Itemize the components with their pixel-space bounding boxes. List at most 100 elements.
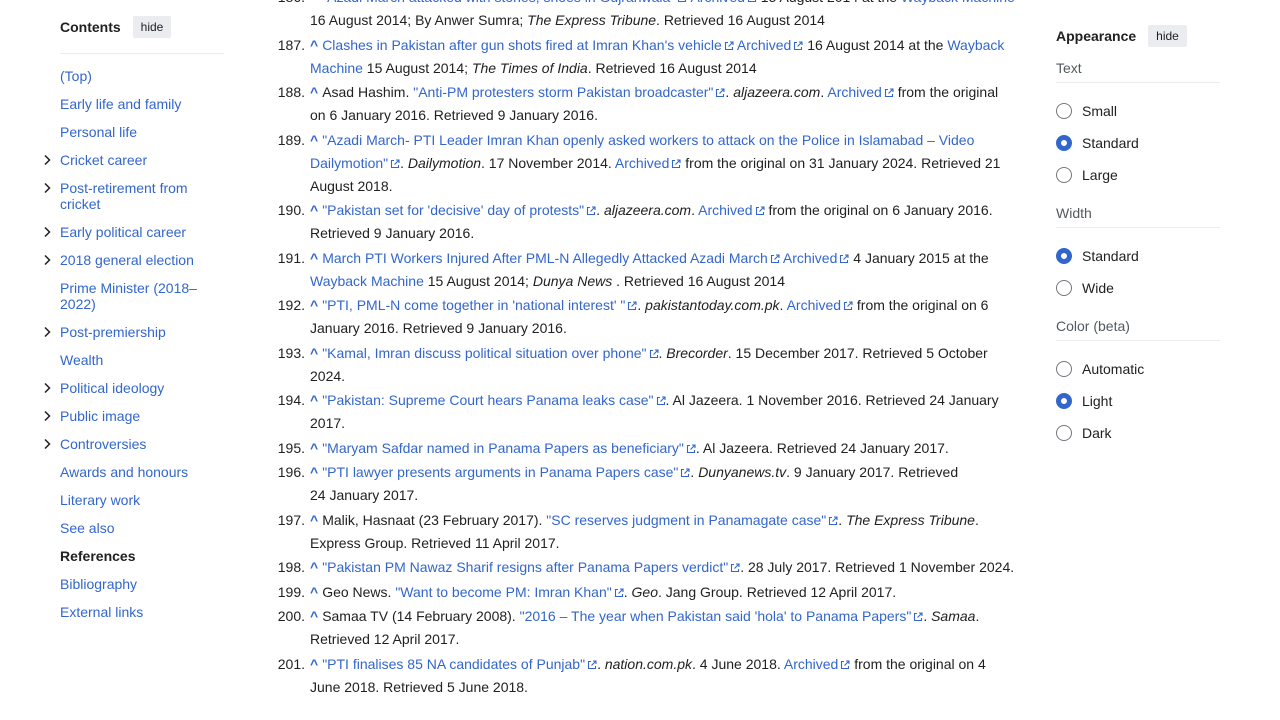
chevron-right-icon[interactable] — [41, 436, 53, 452]
chevron-right-icon[interactable] — [41, 408, 53, 424]
reference-number: 199. — [277, 583, 305, 600]
radio-option-standard[interactable]: Standard — [1056, 127, 1220, 159]
toc-item-label: Bibliography — [60, 576, 138, 592]
reference-link[interactable]: Wayback Machine — [901, 0, 1015, 5]
jump-up-caret[interactable]: ^ — [310, 392, 318, 408]
toc-item-personal-life[interactable]: Personal life — [60, 124, 224, 140]
reference-text: . — [923, 608, 932, 624]
jump-up-caret[interactable]: ^ — [310, 345, 318, 361]
radio-option-label: Wide — [1082, 280, 1114, 296]
appearance-hide-button[interactable]: hide — [1148, 25, 1187, 47]
reference-text: . — [597, 655, 605, 672]
radio-option-automatic[interactable]: Automatic — [1056, 353, 1220, 385]
reference-link[interactable]: "SC reserves judgment in Panamagate case… — [546, 512, 826, 528]
toc-item-2018-general-election[interactable]: 2018 general election — [44, 252, 224, 268]
radio-option-dark[interactable]: Dark — [1056, 417, 1220, 449]
reference-number: 191. — [277, 249, 305, 266]
toc-item-early-political-career[interactable]: Early political career — [44, 224, 224, 240]
jump-up-caret[interactable]: ^ — [310, 297, 318, 313]
reference-number: 198. — [277, 559, 305, 575]
reference-link[interactable]: Archived — [783, 250, 837, 266]
chevron-right-icon[interactable] — [41, 380, 53, 396]
toc-item-wealth[interactable]: Wealth — [60, 352, 224, 368]
jump-up-caret[interactable]: ^ — [310, 37, 318, 53]
jump-up-caret[interactable]: ^ — [310, 250, 318, 266]
jump-up-caret[interactable]: ^ — [310, 464, 318, 480]
chevron-right-icon[interactable] — [41, 252, 53, 268]
appearance-title: Appearance — [1056, 28, 1137, 44]
reference-text: Geo News. — [322, 583, 396, 600]
toc-item-post-retirement-from-cricket[interactable]: Post-retirement from cricket — [44, 180, 224, 212]
reference-link[interactable]: Archived — [784, 656, 838, 672]
toc-item-early-life-and-family[interactable]: Early life and family — [60, 96, 224, 112]
reference-text: 15 August 2014; — [423, 272, 533, 289]
jump-up-caret[interactable]: ^ — [310, 0, 318, 5]
toc-item-top[interactable]: (Top) — [60, 68, 224, 84]
appearance-group-width: Width Standard Wide — [1056, 199, 1220, 304]
toc-item-political-ideology[interactable]: Political ideology — [44, 380, 224, 396]
external-link-icon — [755, 206, 765, 216]
toc-item-references[interactable]: References — [60, 548, 224, 564]
reference-link[interactable]: Archived — [827, 84, 881, 100]
toc-hide-button[interactable]: hide — [132, 15, 172, 38]
radio-unselected[interactable] — [1056, 425, 1072, 441]
reference-link[interactable]: "Pakistan PM Nawaz Sharif resigns after … — [322, 559, 728, 575]
toc-item-literary-work[interactable]: Literary work — [60, 492, 224, 508]
reference-link[interactable]: "Want to become PM: Imran Khan" — [395, 584, 611, 600]
reference-link[interactable]: "Pakistan set for 'decisive' day of prot… — [322, 202, 584, 218]
radio-unselected[interactable] — [1056, 361, 1072, 377]
chevron-right-icon[interactable] — [41, 324, 53, 340]
radio-option-small[interactable]: Small — [1056, 95, 1220, 127]
reference-link[interactable]: "PTI, PML-N come together in 'national i… — [322, 297, 625, 313]
reference-link[interactable]: Archived — [737, 37, 791, 53]
chevron-right-icon[interactable] — [41, 180, 53, 196]
reference-link[interactable]: Archived — [787, 297, 841, 313]
reference-link[interactable]: Archived — [698, 202, 752, 218]
jump-up-caret[interactable]: ^ — [310, 512, 318, 528]
radio-selected[interactable] — [1056, 135, 1072, 151]
radio-selected[interactable] — [1056, 393, 1072, 409]
reference-link[interactable]: "Pakistan: Supreme Court hears Panama le… — [322, 392, 653, 408]
jump-up-caret[interactable]: ^ — [310, 559, 318, 575]
jump-up-caret[interactable]: ^ — [310, 202, 318, 218]
reference-link[interactable]: "Maryam Safdar named in Panama Papers as… — [322, 440, 684, 456]
toc-item-controversies[interactable]: Controversies — [44, 436, 224, 452]
toc-item-see-also[interactable]: See also — [60, 520, 224, 536]
toc-item-bibliography[interactable]: Bibliography — [60, 576, 224, 592]
reference-link[interactable]: Archived — [615, 155, 669, 171]
reference-link[interactable]: Clashes in Pakistan after gun shots fire… — [322, 37, 722, 53]
radio-selected[interactable] — [1056, 248, 1072, 264]
radio-unselected[interactable] — [1056, 280, 1072, 296]
jump-up-caret[interactable]: ^ — [310, 608, 318, 624]
radio-option-wide[interactable]: Wide — [1056, 272, 1220, 304]
radio-unselected[interactable] — [1056, 167, 1072, 183]
reference-link[interactable]: Archived — [690, 0, 744, 5]
reference-link[interactable]: "Anti-PM protesters storm Pakistan broad… — [413, 84, 713, 100]
chevron-right-icon[interactable] — [41, 224, 53, 240]
reference-link[interactable]: "Azadi March attacked with stones, shoes… — [322, 0, 675, 5]
reference-link[interactable]: "PTI finalises 85 NA candidates of Punja… — [322, 656, 585, 672]
jump-up-caret[interactable]: ^ — [310, 656, 318, 672]
toc-item-label: Early political career — [60, 224, 187, 240]
reference-link[interactable]: March PTI Workers Injured After PML-N Al… — [322, 250, 768, 266]
chevron-right-icon[interactable] — [41, 152, 53, 168]
reference-item: 187. ^ Clashes in Pakistan after gun shots… — [274, 34, 1016, 80]
radio-option-standard[interactable]: Standard — [1056, 240, 1220, 272]
radio-option-large[interactable]: Large — [1056, 159, 1220, 191]
jump-up-caret[interactable]: ^ — [310, 440, 318, 456]
reference-link[interactable]: "Kamal, Imran discuss political situatio… — [322, 345, 646, 361]
reference-link[interactable]: "2016 – The year when Pakistan said 'hol… — [520, 608, 912, 624]
toc-item-awards-and-honours[interactable]: Awards and honours — [60, 464, 224, 480]
radio-option-light[interactable]: Light — [1056, 385, 1220, 417]
toc-item-post-premiership[interactable]: Post-premiership — [44, 324, 224, 340]
jump-up-caret[interactable]: ^ — [310, 132, 318, 148]
reference-link[interactable]: Wayback Machine — [310, 273, 424, 289]
toc-item-public-image[interactable]: Public image — [44, 408, 224, 424]
reference-link[interactable]: "PTI lawyer presents arguments in Panama… — [322, 464, 678, 480]
toc-item-prime-minister-2018-2022[interactable]: Prime Minister (2018–2022) — [60, 280, 224, 312]
toc-item-external-links[interactable]: External links — [60, 604, 224, 620]
toc-item-cricket-career[interactable]: Cricket career — [44, 152, 224, 168]
radio-unselected[interactable] — [1056, 103, 1072, 119]
jump-up-caret[interactable]: ^ — [310, 584, 318, 600]
jump-up-caret[interactable]: ^ — [310, 84, 318, 100]
